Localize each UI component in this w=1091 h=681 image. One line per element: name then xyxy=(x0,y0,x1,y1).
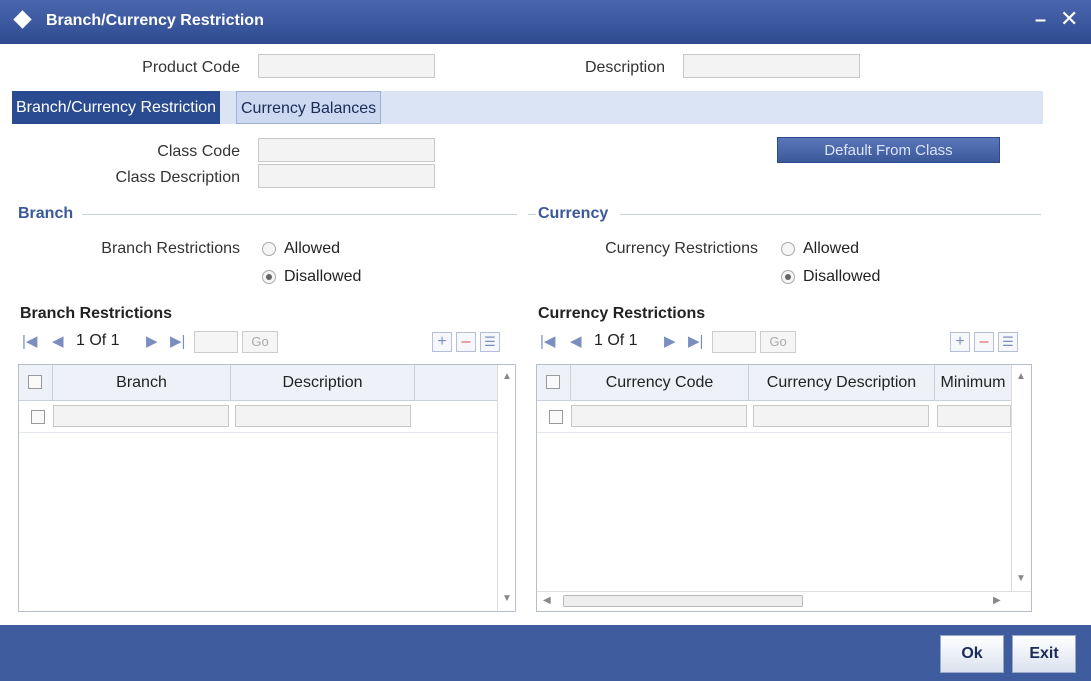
branch-select-all-cell xyxy=(19,365,53,401)
currency-vertical-scrollbar[interactable]: ▲ ▼ xyxy=(1011,365,1029,591)
currency-grid-title: Currency Restrictions xyxy=(538,305,706,322)
close-icon[interactable]: ✕ xyxy=(1060,6,1078,32)
view-rows-icon[interactable]: ☰ xyxy=(480,332,500,352)
scroll-right-icon[interactable]: ▶ xyxy=(993,595,1001,606)
minimum-column-header[interactable]: Minimum xyxy=(935,365,1011,401)
branch-description-cell-input[interactable] xyxy=(235,405,411,427)
currency-select-all-cell xyxy=(537,365,571,401)
branch-disallowed-label: Disallowed xyxy=(284,268,362,285)
horizontal-scroll-thumb[interactable] xyxy=(563,595,803,607)
branch-grid: Branch Description ▲ ▼ xyxy=(18,364,516,612)
table-row xyxy=(537,401,1011,433)
description-label: Description xyxy=(584,59,665,76)
branch-select-all-checkbox[interactable] xyxy=(28,375,42,389)
currency-code-cell-input[interactable] xyxy=(571,405,747,427)
tab-currency-balances[interactable]: Currency Balances xyxy=(236,91,382,124)
branch-allowed-radio[interactable] xyxy=(262,242,276,256)
delete-row-icon[interactable]: – xyxy=(974,332,994,352)
exit-button[interactable]: Exit xyxy=(1012,635,1076,673)
window-title: Branch/Currency Restriction xyxy=(46,12,264,29)
row-checkbox[interactable] xyxy=(549,410,563,424)
table-row xyxy=(19,401,497,433)
minimum-cell-input[interactable] xyxy=(937,405,1011,427)
tab-bar: Branch/Currency Restriction Currency Bal… xyxy=(12,91,1043,124)
class-code-input[interactable] xyxy=(258,138,435,162)
currency-page-indicator: 1 Of 1 xyxy=(594,332,638,349)
branch-grid-title: Branch Restrictions xyxy=(20,305,173,322)
window-diamond-icon xyxy=(13,10,32,29)
ok-button[interactable]: Ok xyxy=(940,635,1004,673)
product-code-label: Product Code xyxy=(142,59,240,76)
scroll-left-icon[interactable]: ◀ xyxy=(543,595,551,606)
description-input[interactable] xyxy=(683,54,860,78)
currency-description-column-header[interactable]: Currency Description xyxy=(749,365,935,401)
branch-pager: |◀ ◀ 1 Of 1 ▶ ▶| Go + – ☰ xyxy=(18,328,516,358)
branch-page-input[interactable] xyxy=(194,331,238,353)
default-from-class-button[interactable]: Default From Class xyxy=(777,137,1000,163)
scroll-down-icon[interactable]: ▼ xyxy=(1016,573,1026,584)
prev-page-icon[interactable]: ◀ xyxy=(52,332,64,350)
class-code-label: Class Code xyxy=(157,143,240,160)
scroll-down-icon[interactable]: ▼ xyxy=(502,593,512,604)
currency-restrictions-label: Currency Restrictions xyxy=(605,240,758,257)
currency-allowed-radio[interactable] xyxy=(781,242,795,256)
last-page-icon[interactable]: ▶| xyxy=(170,332,185,350)
branch-page-indicator: 1 Of 1 xyxy=(76,332,120,349)
currency-disallowed-label: Disallowed xyxy=(803,268,881,285)
next-page-icon[interactable]: ▶ xyxy=(146,332,158,350)
currency-divider xyxy=(620,214,1041,215)
title-bar: Branch/Currency Restriction – ✕ xyxy=(0,0,1091,44)
currency-pager: |◀ ◀ 1 Of 1 ▶ ▶| Go + – ☰ xyxy=(536,328,1032,358)
branch-disallowed-radio[interactable] xyxy=(262,270,276,284)
branch-divider xyxy=(82,214,517,215)
class-description-label: Class Description xyxy=(115,169,240,186)
last-page-icon[interactable]: ▶| xyxy=(688,332,703,350)
currency-grid: Currency Code Currency Description Minim… xyxy=(536,364,1032,612)
footer-bar: Ok Exit xyxy=(0,625,1091,681)
delete-row-icon[interactable]: – xyxy=(456,332,476,352)
currency-description-cell-input[interactable] xyxy=(753,405,929,427)
currency-grid-header: Currency Code Currency Description Minim… xyxy=(537,365,1011,401)
branch-grid-header: Branch Description xyxy=(19,365,497,401)
add-row-icon[interactable]: + xyxy=(432,332,452,352)
minimize-icon[interactable]: – xyxy=(1035,9,1046,32)
currency-horizontal-scrollbar[interactable]: ◀ ▶ xyxy=(537,591,1031,609)
add-row-icon[interactable]: + xyxy=(950,332,970,352)
scroll-up-icon[interactable]: ▲ xyxy=(1016,371,1026,382)
currency-disallowed-radio[interactable] xyxy=(781,270,795,284)
branch-column-header[interactable]: Branch xyxy=(53,365,231,401)
currency-code-column-header[interactable]: Currency Code xyxy=(571,365,749,401)
currency-select-all-checkbox[interactable] xyxy=(546,375,560,389)
next-page-icon[interactable]: ▶ xyxy=(664,332,676,350)
class-description-input[interactable] xyxy=(258,164,435,188)
currency-page-input[interactable] xyxy=(712,331,756,353)
currency-divider-lead xyxy=(528,214,536,215)
branch-vertical-scrollbar[interactable]: ▲ ▼ xyxy=(497,365,515,611)
branch-restrictions-label: Branch Restrictions xyxy=(101,240,240,257)
prev-page-icon[interactable]: ◀ xyxy=(570,332,582,350)
branch-description-column-header[interactable]: Description xyxy=(231,365,415,401)
branch-go-button[interactable]: Go xyxy=(242,331,278,353)
row-checkbox[interactable] xyxy=(31,410,45,424)
branch-allowed-label: Allowed xyxy=(284,240,341,257)
branch-section-heading: Branch xyxy=(18,205,74,222)
tab-branch-currency-restriction[interactable]: Branch/Currency Restriction xyxy=(12,91,221,124)
scroll-up-icon[interactable]: ▲ xyxy=(502,371,512,382)
first-page-icon[interactable]: |◀ xyxy=(540,332,555,350)
view-rows-icon[interactable]: ☰ xyxy=(998,332,1018,352)
currency-go-button[interactable]: Go xyxy=(760,331,796,353)
currency-section-heading: Currency xyxy=(538,205,609,222)
product-code-input[interactable] xyxy=(258,54,435,78)
currency-allowed-label: Allowed xyxy=(803,240,860,257)
first-page-icon[interactable]: |◀ xyxy=(22,332,37,350)
branch-cell-input[interactable] xyxy=(53,405,229,427)
